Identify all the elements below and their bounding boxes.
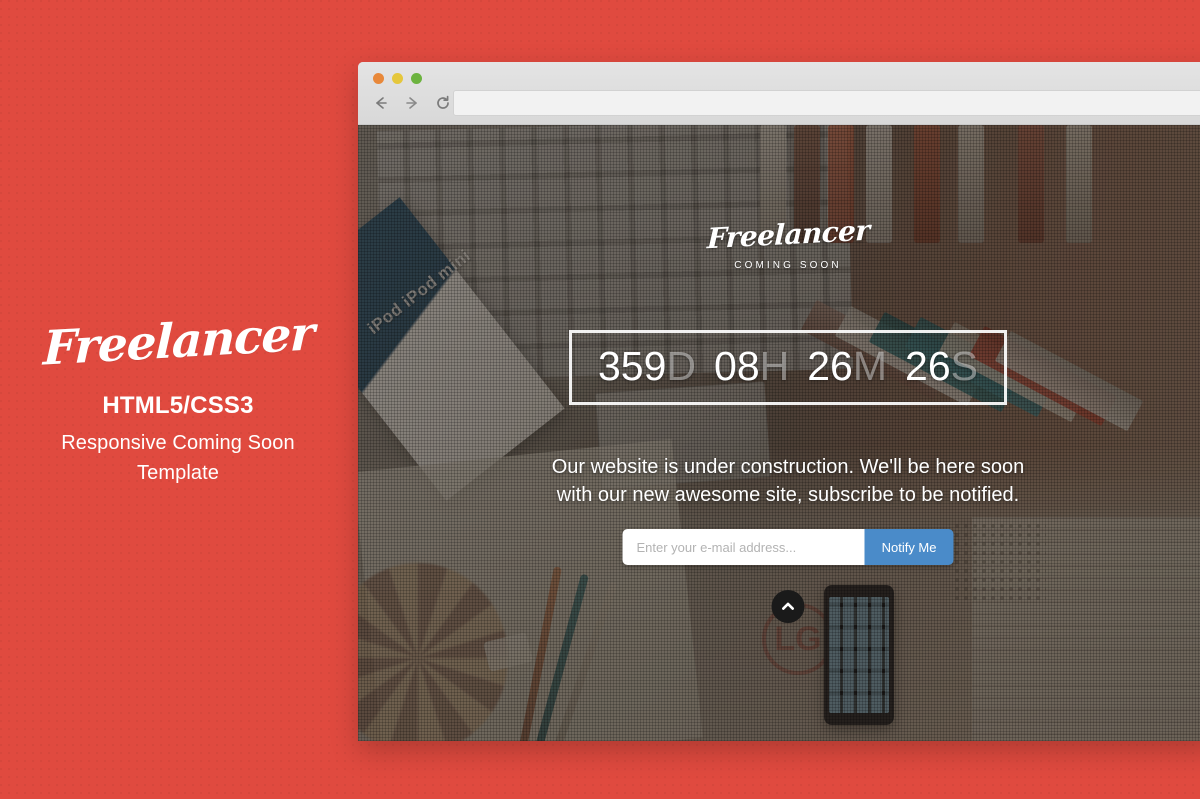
countdown-minutes-value: 26 [807, 343, 853, 389]
countdown-minutes-suffix: M [852, 343, 888, 389]
countdown-seconds-value: 26 [905, 343, 951, 389]
close-window-button[interactable] [373, 73, 384, 84]
countdown-seconds: 26S [905, 343, 978, 390]
site-tagline: COMING SOON [734, 260, 842, 271]
promo-tech-label: HTML5/CSS3 [102, 391, 254, 419]
countdown-minutes: 26M [807, 343, 887, 390]
countdown-days: 359D [598, 343, 696, 390]
back-icon[interactable] [370, 92, 391, 113]
hero-description-line-2: with our new awesome site, subscribe to … [556, 484, 1020, 507]
window-controls [373, 73, 422, 84]
countdown-days-value: 359 [598, 343, 667, 389]
address-bar-input[interactable] [453, 90, 1200, 116]
countdown-hours: 08H [714, 343, 789, 390]
promo-description: Responsive Coming Soon Template [0, 428, 356, 489]
countdown-hours-suffix: H [759, 343, 790, 389]
promo-panel: Freelancer HTML5/CSS3 Responsive Coming … [0, 306, 356, 489]
site-brand: Freelancer COMING SOON [358, 214, 1200, 271]
scroll-to-top-button[interactable] [771, 590, 805, 623]
zoom-window-button[interactable] [411, 73, 422, 84]
site-logo: Freelancer [706, 213, 870, 256]
promo-logo: Freelancer [41, 306, 315, 377]
reload-icon[interactable] [432, 92, 453, 113]
browser-nav-controls [370, 92, 453, 113]
notify-me-button[interactable]: Notify Me [864, 529, 954, 565]
chevron-up-icon [782, 602, 794, 610]
hero-section: iPod iPod mini LG [358, 125, 1200, 741]
hero-content: Freelancer COMING SOON 359D 08H 26M 26S … [358, 125, 1200, 741]
forward-icon[interactable] [401, 92, 422, 113]
subscribe-form: Notify Me [622, 529, 954, 565]
promo-description-line-2: Template [137, 462, 219, 485]
countdown-days-suffix: D [666, 343, 697, 389]
email-input[interactable] [622, 529, 865, 565]
minimize-window-button[interactable] [392, 73, 403, 84]
countdown-seconds-suffix: S [950, 343, 978, 389]
hero-description-line-1: Our website is under construction. We'll… [551, 456, 1025, 478]
countdown-hours-value: 08 [714, 343, 760, 389]
hero-description: Our website is under construction. We'll… [488, 453, 1088, 510]
countdown-timer: 359D 08H 26M 26S [569, 330, 1007, 405]
promo-description-line-1: Responsive Coming Soon [61, 431, 295, 454]
browser-window: iPod iPod mini LG [358, 62, 1200, 741]
browser-chrome [358, 62, 1200, 125]
